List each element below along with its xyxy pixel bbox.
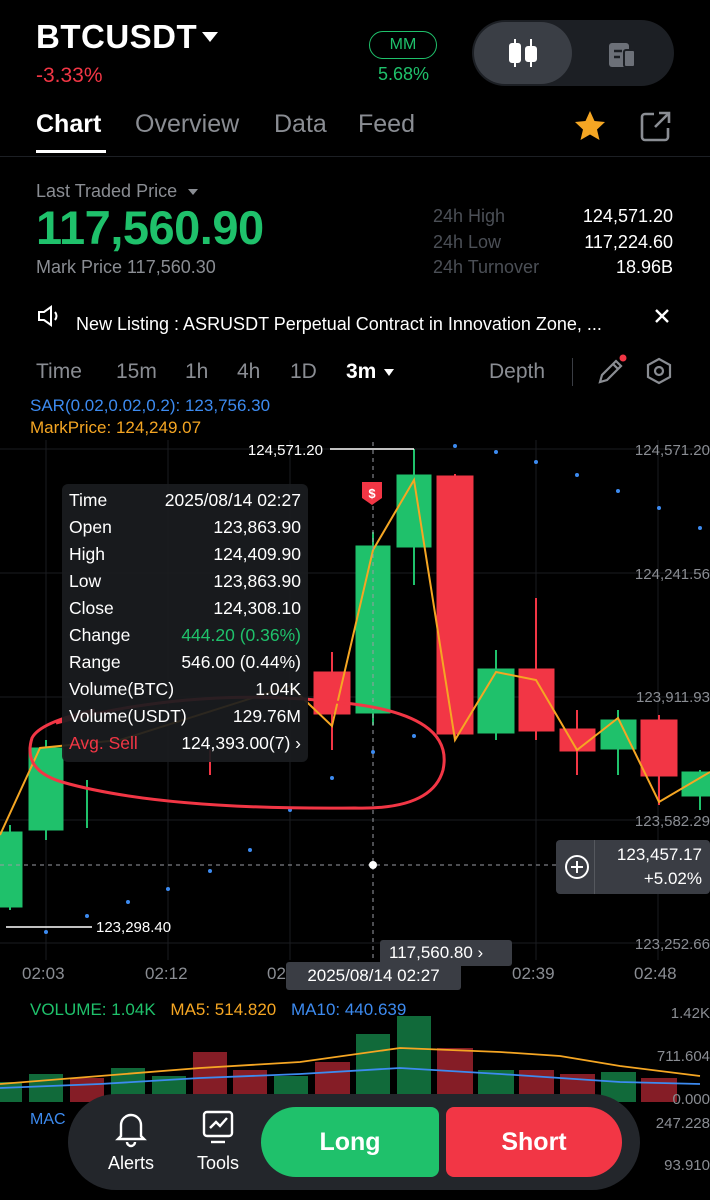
tooltip-row-low: Low 123,863.90 [69, 571, 301, 591]
active-tab-indicator [36, 150, 106, 153]
share-external-icon[interactable] [638, 108, 674, 149]
stat-value-24h-low: 117,224.60 [584, 232, 673, 252]
low-marker-label: 123,298.40 [96, 919, 171, 936]
tooltip-row-time: Time 2025/08/14 02:27 [69, 490, 301, 510]
y-axis-label: 123,582.29 [635, 813, 710, 830]
y-axis-label: 124,571.20 [635, 442, 710, 459]
stat-value-24h-high: 124,571.20 [582, 206, 673, 226]
svg-text:$: $ [368, 486, 376, 501]
volume-axis-label: 711.604 [657, 1048, 710, 1065]
timeframe-4h[interactable]: 4h [237, 360, 260, 384]
timeframe-3m-selected[interactable]: 3m [346, 360, 395, 384]
timeframe-1d[interactable]: 1D [290, 360, 317, 384]
stat-value-24h-turnover: 18.96B [615, 257, 673, 277]
stat-label-24h-low: 24h Low [433, 232, 502, 252]
chart-settings-hexagon-icon[interactable] [644, 356, 674, 391]
timeframe-1h[interactable]: 1h [185, 360, 208, 384]
candle [559, 710, 596, 775]
drawing-pencil-icon[interactable] [594, 352, 628, 393]
symbol-title[interactable]: BTCUSDT [36, 18, 197, 56]
candlestick-icon [509, 39, 537, 67]
order-book-view-icon[interactable] [606, 40, 638, 75]
price-type-caret-icon [188, 189, 199, 196]
depth-tab[interactable]: Depth [489, 360, 545, 384]
high-marker-label: 124,571.20 [248, 442, 323, 459]
announcement-text[interactable]: New Listing : ASRUSDT Perpetual Contract… [76, 314, 602, 335]
candle [681, 770, 710, 810]
candle [518, 598, 555, 740]
alerts-button[interactable]: Alerts [103, 1108, 159, 1174]
timeframe-time[interactable]: Time [36, 360, 82, 384]
speaker-icon [36, 304, 62, 333]
price-box-divider [594, 840, 595, 894]
x-axis-label: 02:12 [145, 964, 188, 983]
tooltip-row-close: Close 124,308.10 [69, 598, 301, 618]
candle [0, 825, 23, 910]
sar-indicator-legend: SAR(0.02,0.02,0.2): 123,756.30 [30, 396, 271, 415]
tooltip-row-avg-sell[interactable]: Avg. Sell 124,393.00(7) › [69, 733, 301, 754]
candle [640, 715, 678, 805]
close-announcement-icon[interactable] [652, 306, 672, 331]
markprice-indicator-legend: MarkPrice: 124,249.07 [30, 418, 202, 437]
crosshair-time-tag: 2025/08/14 02:27 [286, 962, 461, 990]
crosshair-price: 123,457.17 [616, 845, 702, 864]
bell-icon [115, 1113, 147, 1148]
timeframe-caret-icon [384, 368, 395, 376]
tab-overview[interactable]: Overview [135, 110, 239, 139]
tooltip-row-high: High 124,409.90 [69, 544, 301, 564]
y-axis-label: 124,241.56 [635, 566, 710, 583]
crosshair-price-box[interactable]: 123,457.17 +5.02% [556, 840, 710, 894]
crosshair-point [369, 861, 377, 869]
y-axis-label: 123,252.66 [635, 936, 710, 953]
tooltip-row-range: Range 546.00 (0.44%) [69, 652, 301, 672]
tooltip-row-change: Change 444.20 (0.36%) [69, 625, 301, 645]
timeframe-15m[interactable]: 15m [116, 360, 157, 384]
tooltip-row-volume-btc: Volume(BTC) 1.04K [69, 679, 301, 699]
last-traded-price-label[interactable]: Last Traded Price [36, 181, 199, 202]
candle-tooltip: Time 2025/08/14 02:27 Open 123,863.90 High… [62, 484, 308, 762]
candle [396, 449, 432, 585]
mm-badge: MM [369, 31, 437, 59]
header-divider [0, 156, 710, 157]
crosshair-change: +5.02% [643, 869, 702, 888]
mark-price: Mark Price 117,560.30 [36, 257, 216, 277]
volume-axis-label: 0.000 [672, 1091, 710, 1108]
x-axis-label: 02:48 [634, 964, 677, 983]
volume-axis-label: 1.42K [671, 1005, 710, 1022]
candle [28, 740, 64, 840]
tools-button[interactable]: Tools [190, 1108, 246, 1174]
tooltip-row-open: Open 123,863.90 [69, 517, 301, 537]
x-axis-label: 02:03 [22, 964, 65, 983]
sell-marker-icon[interactable]: $ [362, 482, 382, 505]
tab-data[interactable]: Data [274, 110, 327, 139]
tab-feed[interactable]: Feed [358, 110, 415, 139]
y-axis-label: 123,911.93 [636, 689, 710, 706]
tab-chart[interactable]: Chart [36, 110, 101, 139]
candlestick-view-button[interactable] [474, 22, 572, 84]
favorite-star-icon[interactable] [572, 108, 608, 149]
tools-chart-icon [202, 1110, 234, 1144]
short-button[interactable]: Short [446, 1107, 622, 1177]
toolbar-divider [572, 358, 573, 386]
mm-value: 5.68% [378, 64, 430, 84]
add-order-plus-icon[interactable] [564, 854, 590, 885]
last-price: 117,560.90 [36, 201, 264, 254]
candle [436, 474, 474, 740]
price-change-percent: -3.33% [36, 64, 103, 87]
stat-label-24h-high: 24h High [433, 206, 506, 226]
candle [477, 650, 515, 740]
long-button[interactable]: Long [261, 1107, 439, 1177]
macd-label: MAC [30, 1111, 66, 1128]
stat-label-24h-turnover: 24h Turnover [433, 257, 540, 277]
tooltip-row-volume-usdt: Volume(USDT) 129.76M [69, 706, 301, 726]
macd-axis-label: 247.228 [656, 1115, 710, 1132]
macd-axis-label: 93.910 [664, 1157, 710, 1174]
symbol-dropdown-caret-icon[interactable] [202, 32, 218, 42]
x-axis-label: 02:39 [512, 964, 555, 983]
